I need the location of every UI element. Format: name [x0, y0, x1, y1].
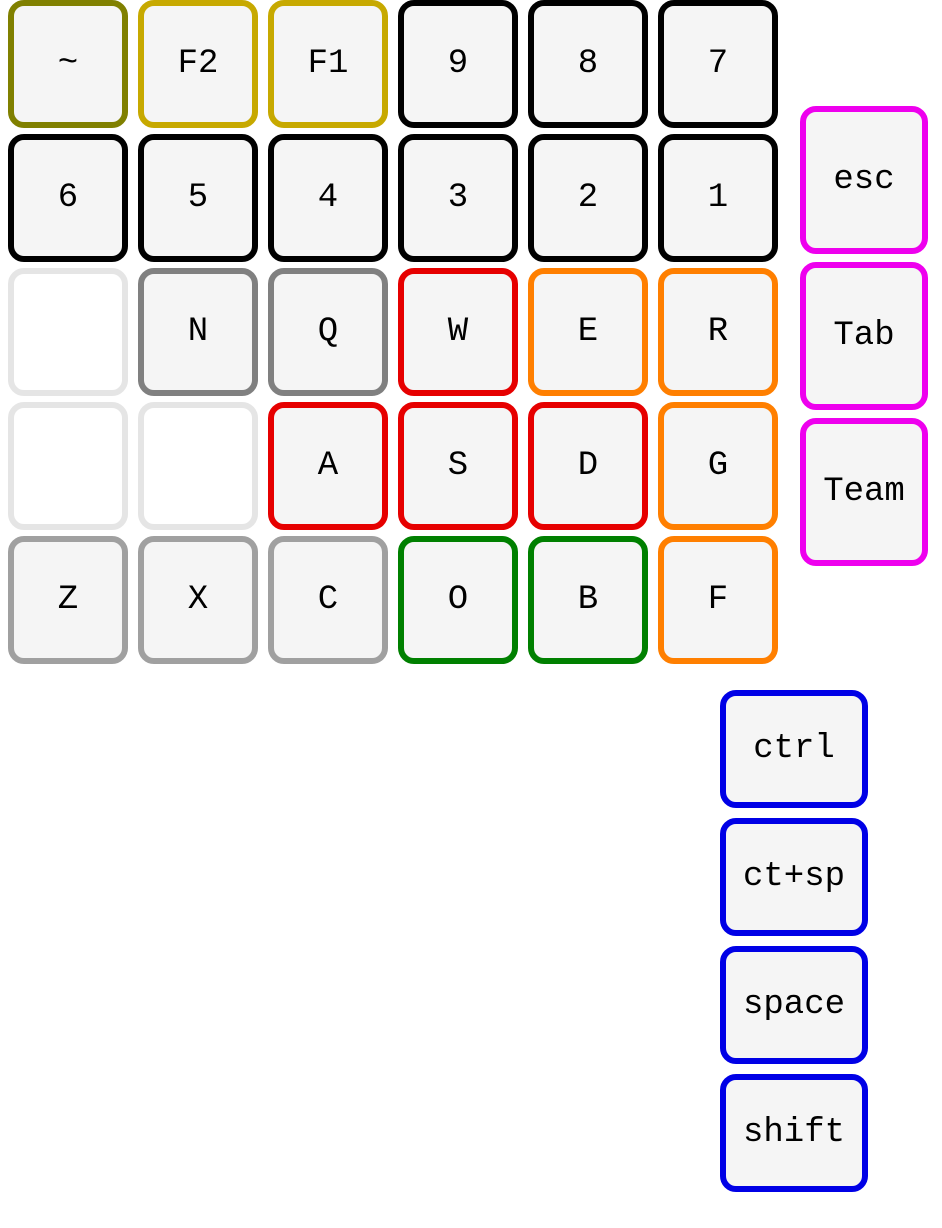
key-team[interactable]: Team [800, 418, 928, 566]
key-label: 1 [708, 179, 728, 217]
key-label: A [318, 447, 338, 485]
key-g[interactable]: G [658, 402, 778, 530]
key-label: D [578, 447, 598, 485]
key-q[interactable]: Q [268, 268, 388, 396]
key-tilde[interactable]: ~ [8, 0, 128, 128]
key-f[interactable]: F [658, 536, 778, 664]
key-ctrl-space[interactable]: ct+sp [720, 818, 868, 936]
key-label: 6 [58, 179, 78, 217]
key-label: 8 [578, 45, 598, 83]
key-label: F2 [178, 45, 219, 83]
key-blank-r4-2[interactable] [138, 402, 258, 530]
key-label: 7 [708, 45, 728, 83]
key-c[interactable]: C [268, 536, 388, 664]
key-label: R [708, 313, 728, 351]
key-label: shift [743, 1114, 845, 1152]
key-z[interactable]: Z [8, 536, 128, 664]
key-label: ~ [58, 45, 78, 83]
key-9[interactable]: 9 [398, 0, 518, 128]
key-o[interactable]: O [398, 536, 518, 664]
key-a[interactable]: A [268, 402, 388, 530]
key-label: G [708, 447, 728, 485]
key-label: esc [833, 161, 894, 199]
key-7[interactable]: 7 [658, 0, 778, 128]
key-label: 9 [448, 45, 468, 83]
keyboard-diagram: ~ F2 F1 9 8 7 6 5 4 3 2 1 N Q W [0, 0, 942, 1228]
key-label: Tab [833, 317, 894, 355]
key-label: W [448, 313, 468, 351]
key-space[interactable]: space [720, 946, 868, 1064]
key-f1[interactable]: F1 [268, 0, 388, 128]
key-8[interactable]: 8 [528, 0, 648, 128]
key-label: 4 [318, 179, 338, 217]
key-label: ctrl [753, 730, 835, 768]
key-label: C [318, 581, 338, 619]
key-label: Q [318, 313, 338, 351]
key-label: B [578, 581, 598, 619]
key-w[interactable]: W [398, 268, 518, 396]
key-4[interactable]: 4 [268, 134, 388, 262]
key-blank-r4-1[interactable] [8, 402, 128, 530]
key-label: N [188, 313, 208, 351]
key-tab[interactable]: Tab [800, 262, 928, 410]
key-x[interactable]: X [138, 536, 258, 664]
key-3[interactable]: 3 [398, 134, 518, 262]
key-label: X [188, 581, 208, 619]
key-s[interactable]: S [398, 402, 518, 530]
key-d[interactable]: D [528, 402, 648, 530]
key-label: Team [823, 473, 905, 511]
key-label: S [448, 447, 468, 485]
key-label: 2 [578, 179, 598, 217]
key-f2[interactable]: F2 [138, 0, 258, 128]
key-5[interactable]: 5 [138, 134, 258, 262]
key-label: 5 [188, 179, 208, 217]
key-label: ct+sp [743, 858, 845, 896]
key-shift[interactable]: shift [720, 1074, 868, 1192]
key-label: F [708, 581, 728, 619]
key-b[interactable]: B [528, 536, 648, 664]
key-label: Z [58, 581, 78, 619]
key-label: E [578, 313, 598, 351]
key-label: O [448, 581, 468, 619]
key-label: F1 [308, 45, 349, 83]
key-r[interactable]: R [658, 268, 778, 396]
key-ctrl[interactable]: ctrl [720, 690, 868, 808]
key-label: 3 [448, 179, 468, 217]
key-2[interactable]: 2 [528, 134, 648, 262]
key-e[interactable]: E [528, 268, 648, 396]
key-esc[interactable]: esc [800, 106, 928, 254]
key-label: space [743, 986, 845, 1024]
key-6[interactable]: 6 [8, 134, 128, 262]
key-n[interactable]: N [138, 268, 258, 396]
key-1[interactable]: 1 [658, 134, 778, 262]
key-blank-r3-1[interactable] [8, 268, 128, 396]
